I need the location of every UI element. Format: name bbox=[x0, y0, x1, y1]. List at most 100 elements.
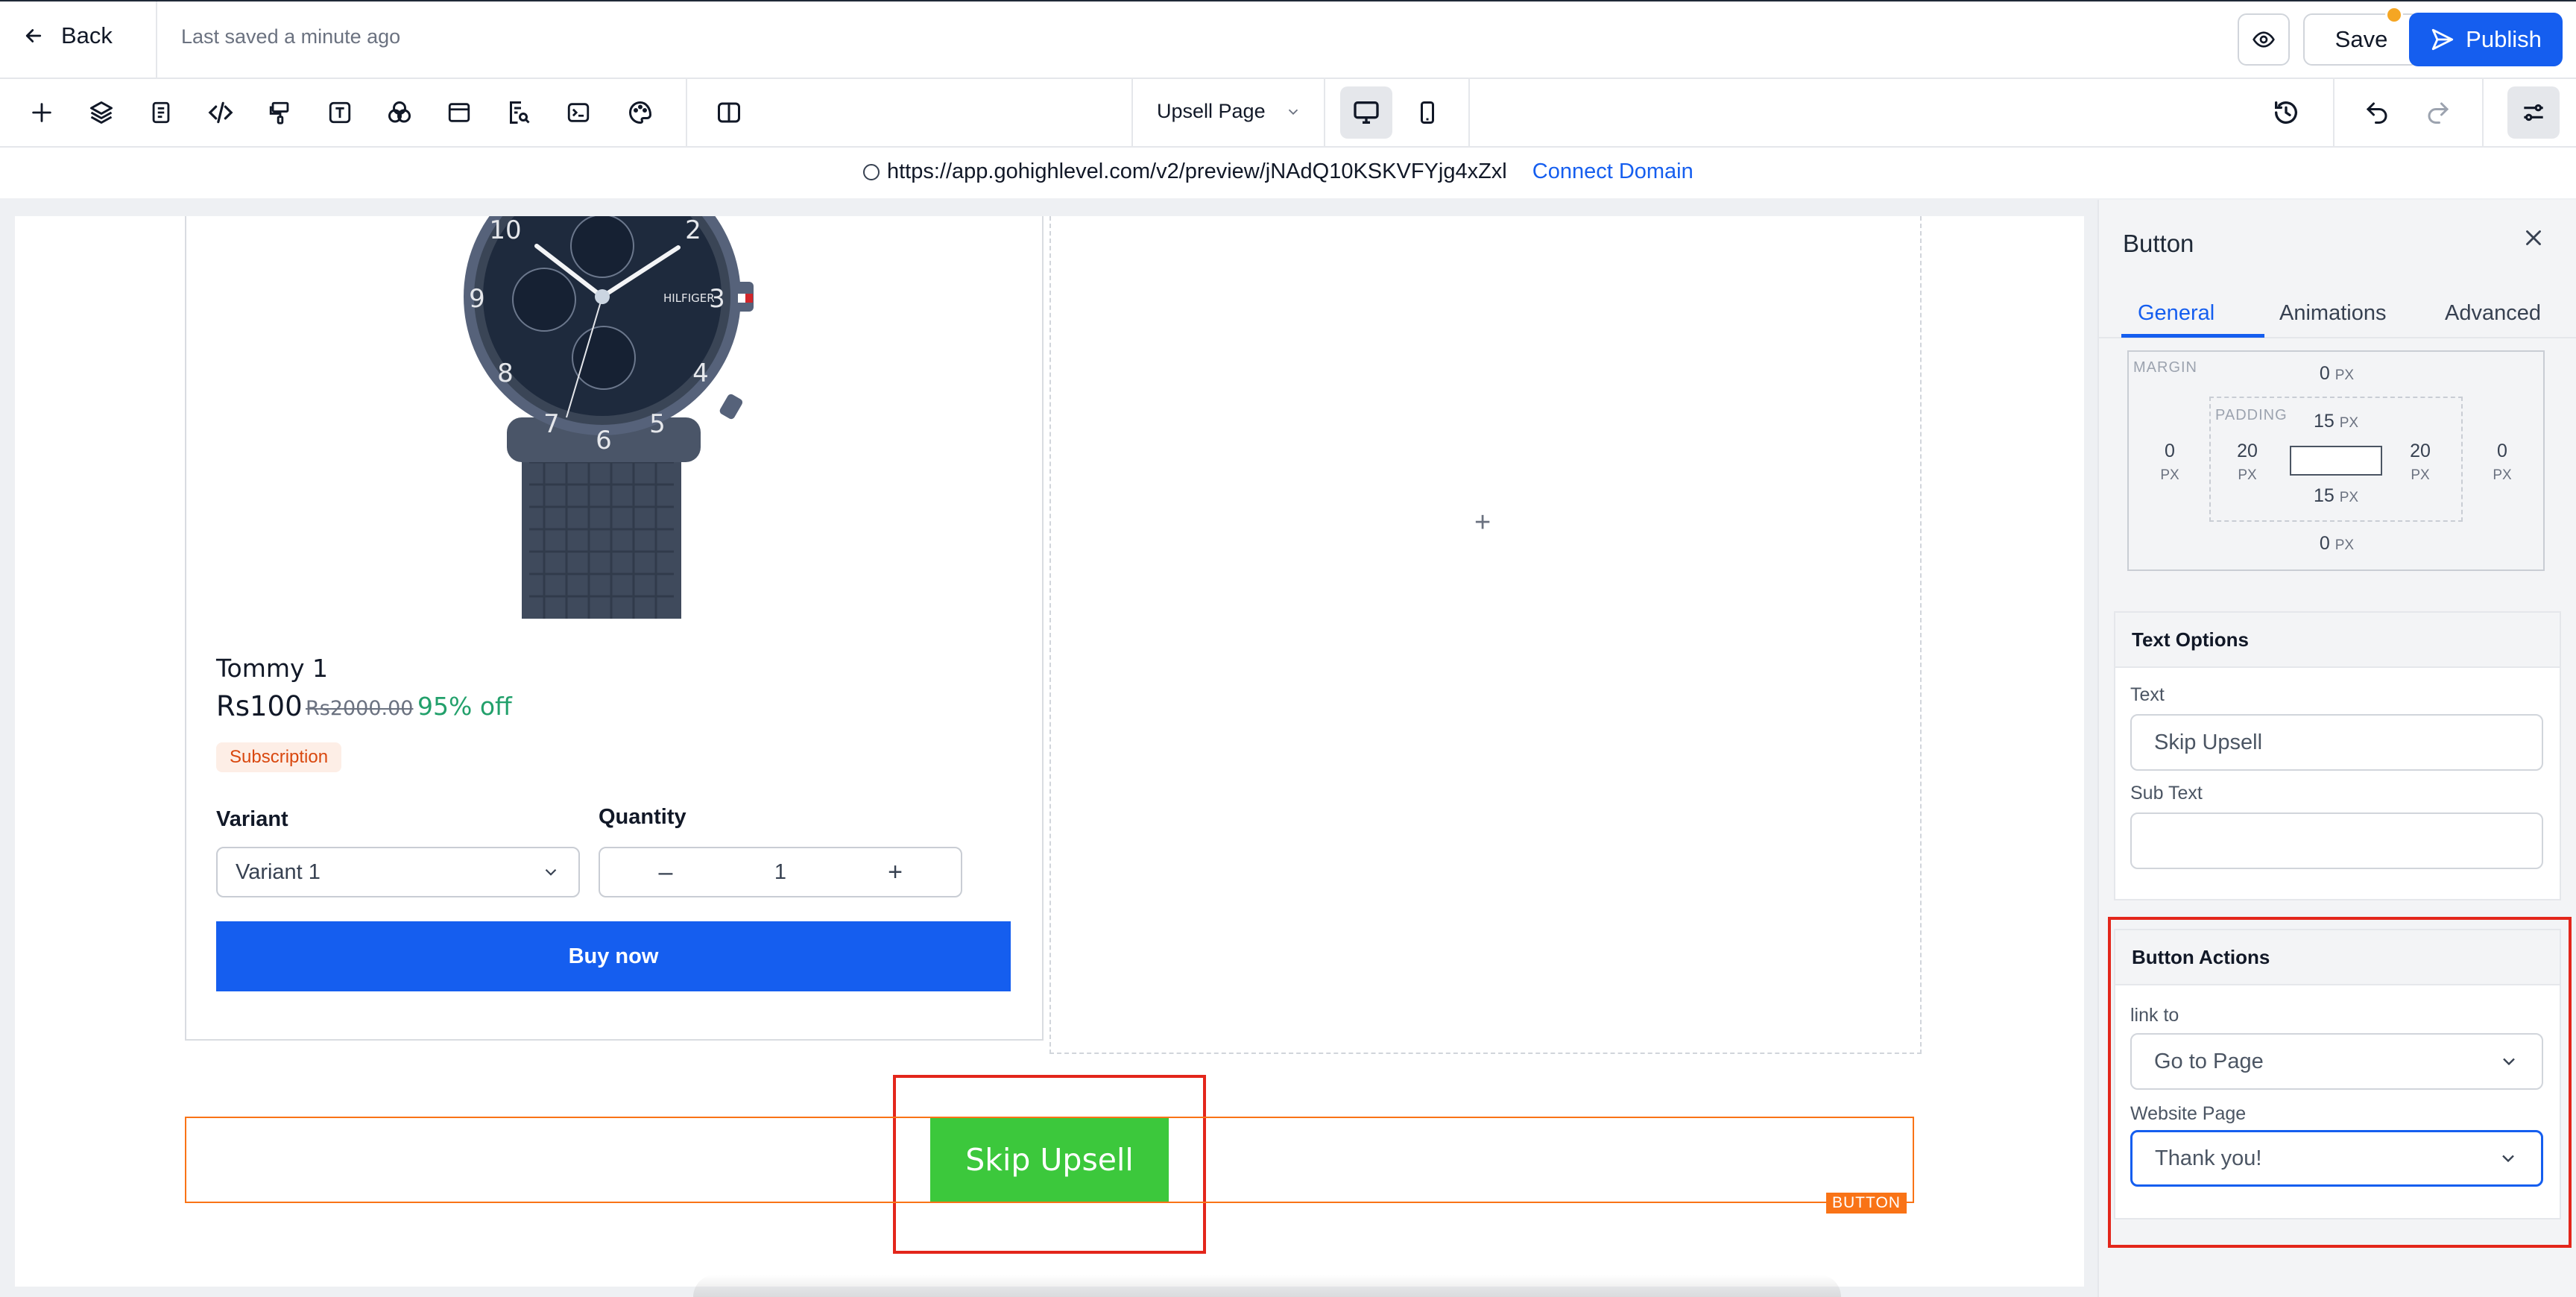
chevron-down-icon bbox=[1285, 104, 1301, 120]
product-name: Tommy 1 bbox=[216, 654, 329, 683]
buy-now-button[interactable]: Buy now bbox=[216, 921, 1011, 991]
page-select-label: Upsell Page bbox=[1157, 100, 1266, 122]
padding-top-value[interactable]: 15 PX bbox=[2306, 410, 2366, 435]
settings-panel-button[interactable] bbox=[2507, 86, 2560, 139]
quantity-value: 1 bbox=[774, 859, 787, 884]
text-icon[interactable] bbox=[321, 94, 359, 131]
padding-label: PADDING bbox=[2215, 407, 2288, 423]
publish-button[interactable]: Publish bbox=[2409, 13, 2563, 66]
product-discount: 95% off bbox=[417, 692, 512, 721]
mobile-icon bbox=[1414, 99, 1441, 126]
quantity-stepper[interactable]: – 1 + bbox=[599, 847, 962, 897]
tab-general[interactable]: General bbox=[2138, 301, 2214, 326]
chevron-down-icon bbox=[541, 862, 561, 882]
variant-value: Variant 1 bbox=[236, 859, 321, 884]
history-icon[interactable] bbox=[2267, 94, 2305, 131]
highlight-box bbox=[2108, 917, 2572, 1248]
text-label: Text bbox=[2130, 684, 2165, 705]
margin-left-value[interactable]: 0 PX bbox=[2151, 440, 2188, 487]
layers-icon[interactable] bbox=[83, 94, 120, 131]
divider bbox=[1131, 79, 1133, 148]
back-label: Back bbox=[61, 22, 113, 48]
globe-icon bbox=[863, 163, 880, 180]
variant-label: Variant bbox=[216, 807, 288, 831]
close-icon[interactable] bbox=[2521, 225, 2546, 250]
search-doc-icon[interactable] bbox=[500, 94, 537, 131]
quantity-label: Quantity bbox=[599, 805, 686, 829]
text-options-heading: Text Options bbox=[2115, 613, 2560, 668]
elements-icon[interactable] bbox=[381, 94, 418, 131]
page-select[interactable]: Upsell Page bbox=[1157, 100, 1301, 123]
arrow-left-icon bbox=[22, 25, 45, 47]
svg-text:8: 8 bbox=[497, 359, 514, 388]
increment-button[interactable]: + bbox=[873, 858, 918, 887]
content-box bbox=[2290, 446, 2382, 476]
skip-upsell-button[interactable]: Skip Upsell bbox=[930, 1118, 1169, 1202]
mobile-view-button[interactable] bbox=[1401, 86, 1453, 139]
divider bbox=[1468, 79, 1470, 148]
terminal-icon[interactable] bbox=[560, 94, 597, 131]
redo-icon[interactable] bbox=[2419, 94, 2457, 131]
product-image: 10 2 9 3 8 4 7 6 5 HILFIGER bbox=[417, 216, 790, 619]
code-icon[interactable] bbox=[202, 94, 239, 131]
decrement-button[interactable]: – bbox=[643, 858, 688, 887]
variant-select[interactable]: Variant 1 bbox=[216, 847, 580, 897]
margin-bottom-value[interactable]: 0 PX bbox=[2311, 532, 2363, 557]
svg-text:7: 7 bbox=[543, 409, 560, 439]
svg-text:10: 10 bbox=[489, 216, 521, 245]
publish-label: Publish bbox=[2466, 26, 2542, 52]
svg-text:6: 6 bbox=[596, 426, 612, 455]
preview-url-text[interactable]: https://app.gohighlevel.com/v2/preview/j… bbox=[887, 160, 1507, 184]
send-icon bbox=[2430, 27, 2455, 52]
svg-text:2: 2 bbox=[685, 216, 701, 245]
svg-text:4: 4 bbox=[692, 359, 709, 388]
padding-right-value[interactable]: 20 PX bbox=[2402, 440, 2439, 487]
element-type-tag: BUTTON bbox=[1826, 1193, 1907, 1214]
unsaved-indicator bbox=[2385, 6, 2403, 24]
text-input[interactable]: Skip Upsell bbox=[2130, 714, 2543, 771]
divider bbox=[1324, 79, 1325, 148]
svg-text:5: 5 bbox=[649, 409, 666, 439]
padding-bottom-value[interactable]: 15 PX bbox=[2306, 485, 2366, 509]
margin-label: MARGIN bbox=[2133, 359, 2197, 376]
save-status: Last saved a minute ago bbox=[181, 25, 401, 48]
back-button[interactable]: Back bbox=[22, 22, 113, 49]
add-element-icon[interactable]: + bbox=[1474, 507, 1491, 539]
panel-title: Button bbox=[2123, 230, 2194, 257]
text-input-value: Skip Upsell bbox=[2154, 730, 2263, 754]
product-price: Rs100 bbox=[216, 690, 303, 722]
save-button[interactable]: Save bbox=[2303, 13, 2419, 66]
section-icon[interactable] bbox=[441, 94, 478, 131]
pages-icon[interactable] bbox=[142, 94, 180, 131]
split-view-icon[interactable] bbox=[710, 94, 748, 131]
margin-top-value[interactable]: 0 PX bbox=[2311, 362, 2363, 387]
add-icon[interactable] bbox=[23, 94, 60, 131]
divider bbox=[156, 1, 157, 79]
preview-url: https://app.gohighlevel.com/v2/preview/j… bbox=[863, 160, 1693, 184]
undo-icon[interactable] bbox=[2358, 94, 2396, 131]
tab-advanced[interactable]: Advanced bbox=[2445, 301, 2541, 326]
subtext-label: Sub Text bbox=[2130, 783, 2203, 804]
empty-column[interactable] bbox=[1049, 216, 1922, 1054]
sliders-icon bbox=[2519, 98, 2548, 127]
divider bbox=[2333, 79, 2334, 148]
color-palette-icon[interactable] bbox=[622, 94, 659, 131]
subscription-badge: Subscription bbox=[216, 742, 342, 772]
divider bbox=[2482, 79, 2484, 148]
active-tab-indicator bbox=[2121, 334, 2264, 338]
preview-button[interactable] bbox=[2238, 13, 2290, 66]
tab-animations[interactable]: Animations bbox=[2279, 301, 2386, 326]
desktop-view-button[interactable] bbox=[1340, 86, 1392, 139]
padding-left-value[interactable]: 20 PX bbox=[2229, 440, 2266, 487]
scroll-shadow bbox=[693, 1275, 1841, 1297]
product-old-price: Rs2000.00 bbox=[306, 697, 414, 720]
svg-text:9: 9 bbox=[469, 284, 485, 314]
svg-text:HILFIGER: HILFIGER bbox=[663, 291, 715, 305]
connect-domain-link[interactable]: Connect Domain bbox=[1532, 160, 1693, 184]
subtext-input[interactable] bbox=[2130, 812, 2543, 869]
eye-icon bbox=[2252, 28, 2276, 51]
desktop-icon bbox=[1351, 98, 1381, 127]
margin-right-value[interactable]: 0 PX bbox=[2484, 440, 2521, 487]
paint-icon[interactable] bbox=[262, 94, 299, 131]
divider bbox=[686, 79, 687, 148]
